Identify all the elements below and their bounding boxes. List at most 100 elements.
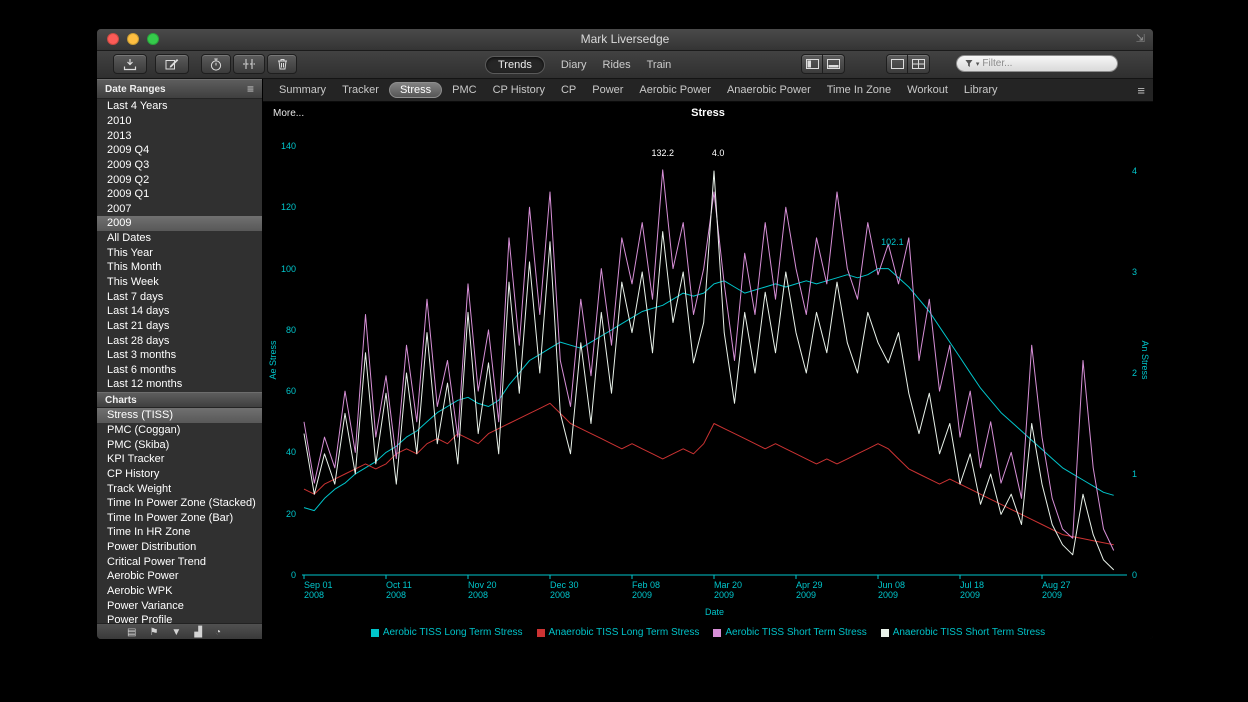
funnel-icon[interactable]: ▼ — [171, 628, 181, 638]
date-ranges-menu-icon[interactable]: ≡ — [247, 82, 254, 96]
clock-icon[interactable]: ◔ — [215, 628, 221, 638]
tab-time-in-zone[interactable]: Time In Zone — [819, 81, 899, 99]
chart-item-critical-power-trend[interactable]: Critical Power Trend — [97, 554, 262, 569]
stats-icon[interactable]: ▟ — [194, 628, 202, 638]
tab-aerobic-power[interactable]: Aerobic Power — [631, 81, 719, 99]
tab-workout[interactable]: Workout — [899, 81, 956, 99]
legend-item-aerobic-tiss-long-term-stress: Aerobic TISS Long Term Stress — [371, 627, 523, 638]
date-range-all-dates[interactable]: All Dates — [97, 231, 262, 246]
peak-annotation: 132.2 — [651, 148, 674, 158]
chart-item-aerobic-power[interactable]: Aerobic Power — [97, 569, 262, 584]
series-line-anaerobic-tiss-long-term-stress — [304, 403, 1114, 544]
date-range-last-21-days[interactable]: Last 21 days — [97, 319, 262, 334]
date-range-last-14-days[interactable]: Last 14 days — [97, 304, 262, 319]
date-range-last-28-days[interactable]: Last 28 days — [97, 333, 262, 348]
chart-item-pmc-coggan[interactable]: PMC (Coggan) — [97, 423, 262, 438]
tab-anaerobic-power[interactable]: Anaerobic Power — [719, 81, 819, 99]
date-range-this-week[interactable]: This Week — [97, 275, 262, 290]
date-range-2009-q4[interactable]: 2009 Q4 — [97, 143, 262, 158]
x-tick-label: Jul 182009 — [960, 580, 984, 601]
toolbar: Trends Diary Rides Train — [97, 51, 1153, 79]
chart-item-power-variance[interactable]: Power Variance — [97, 598, 262, 613]
toggle-bottombar-button[interactable] — [823, 54, 845, 74]
tab-tracker[interactable]: Tracker — [334, 81, 387, 99]
date-range-last-7-days[interactable]: Last 7 days — [97, 289, 262, 304]
toggle-sidebar-button[interactable] — [801, 54, 823, 74]
legend-item-anaerobic-tiss-short-term-stress: Anaerobic TISS Short Term Stress — [881, 627, 1045, 638]
sidebar-toggle-group — [801, 54, 845, 74]
filter-field[interactable]: ▾ — [956, 55, 1118, 72]
view-tab-diary[interactable]: Diary — [561, 59, 587, 71]
stopwatch-icon — [210, 58, 222, 71]
stress-plot — [263, 102, 1153, 640]
chevron-down-icon: ▾ — [976, 60, 980, 68]
date-range-2007[interactable]: 2007 — [97, 201, 262, 216]
tab-stress[interactable]: Stress — [389, 82, 442, 98]
chart-item-pmc-skiba[interactable]: PMC (Skiba) — [97, 437, 262, 452]
view-switcher: Trends Diary Rides Train — [485, 55, 671, 74]
x-tick-label: Sep 012008 — [304, 580, 333, 601]
chart-item-time-in-power-zone-stacked[interactable]: Time In Power Zone (Stacked) — [97, 496, 262, 511]
chart-item-stress-tiss[interactable]: Stress (TISS) — [97, 408, 262, 423]
chart-item-track-weight[interactable]: Track Weight — [97, 481, 262, 496]
view-tab-rides[interactable]: Rides — [603, 59, 631, 71]
date-range-last-3-months[interactable]: Last 3 months — [97, 348, 262, 363]
chart-item-cp-history[interactable]: CP History — [97, 467, 262, 482]
date-range-2009-q2[interactable]: 2009 Q2 — [97, 172, 262, 187]
tab-library[interactable]: Library — [956, 81, 1006, 99]
legend-label: Aerobic TISS Long Term Stress — [383, 627, 523, 638]
grid-view-button[interactable] — [908, 54, 930, 74]
view-tab-trends[interactable]: Trends — [485, 56, 545, 74]
intervals-button[interactable] — [233, 54, 265, 74]
tab-cp[interactable]: CP — [553, 81, 584, 99]
chart-pane: More... Stress Sep 012008Oct 112008Nov 2… — [263, 102, 1153, 640]
date-range-2010[interactable]: 2010 — [97, 114, 262, 129]
date-ranges-header-label: Date Ranges — [105, 84, 166, 95]
view-tab-train[interactable]: Train — [647, 59, 672, 71]
date-range-2009-q3[interactable]: 2009 Q3 — [97, 158, 262, 173]
y-left-tick-label: 140 — [263, 141, 296, 151]
filter-input[interactable] — [982, 58, 1109, 69]
save-button[interactable] — [113, 54, 147, 74]
date-range-2013[interactable]: 2013 — [97, 128, 262, 143]
y-left-tick-label: 0 — [263, 570, 296, 580]
legend-item-aerobic-tiss-short-term-stress: Aerobic TISS Short Term Stress — [713, 627, 866, 638]
chart-item-power-profile[interactable]: Power Profile — [97, 613, 262, 623]
panel-icon[interactable]: ▤ — [127, 628, 136, 638]
edit-button[interactable] — [155, 54, 189, 74]
tab-cp-history[interactable]: CP History — [485, 81, 553, 99]
y-left-tick-label: 40 — [263, 447, 296, 457]
chart-item-time-in-power-zone-bar[interactable]: Time In Power Zone (Bar) — [97, 510, 262, 525]
date-range-this-month[interactable]: This Month — [97, 260, 262, 275]
tile-view-button[interactable] — [886, 54, 908, 74]
app-window: Mark Liversedge ⇲ — [96, 28, 1154, 640]
date-range-last-12-months[interactable]: Last 12 months — [97, 377, 262, 392]
charts-header: Charts — [97, 392, 262, 408]
chart-item-kpi-tracker[interactable]: KPI Tracker — [97, 452, 262, 467]
bookmark-icon[interactable]: ⚑ — [149, 628, 158, 638]
chart-item-power-distribution[interactable]: Power Distribution — [97, 540, 262, 555]
date-range-this-year[interactable]: This Year — [97, 245, 262, 260]
content: Date Ranges ≡ Last 4 Years201020132009 Q… — [97, 79, 1153, 640]
sidebar-left-icon — [806, 59, 819, 69]
y-left-tick-label: 120 — [263, 202, 296, 212]
fullscreen-icon[interactable]: ⇲ — [1136, 32, 1145, 45]
x-tick-label: Mar 202009 — [714, 580, 742, 601]
legend-label: Aerobic TISS Short Term Stress — [725, 627, 866, 638]
chart-item-time-in-hr-zone[interactable]: Time In HR Zone — [97, 525, 262, 540]
y-left-tick-label: 60 — [263, 386, 296, 396]
legend-label: Anaerobic TISS Short Term Stress — [893, 627, 1045, 638]
date-range-last-4-years[interactable]: Last 4 Years — [97, 99, 262, 114]
tabbar-menu-icon[interactable]: ≡ — [1137, 83, 1145, 98]
intervals-icon — [242, 58, 256, 70]
stopwatch-button[interactable] — [201, 54, 231, 74]
tab-summary[interactable]: Summary — [271, 81, 334, 99]
date-range-2009-q1[interactable]: 2009 Q1 — [97, 187, 262, 202]
tab-power[interactable]: Power — [584, 81, 631, 99]
date-range-2009[interactable]: 2009 — [97, 216, 262, 231]
date-range-last-6-months[interactable]: Last 6 months — [97, 363, 262, 378]
series-line-aerobic-tiss-long-term-stress — [304, 269, 1114, 511]
trash-button[interactable] — [267, 54, 297, 74]
chart-item-aerobic-wpk[interactable]: Aerobic WPK — [97, 584, 262, 599]
tab-pmc[interactable]: PMC — [444, 81, 484, 99]
